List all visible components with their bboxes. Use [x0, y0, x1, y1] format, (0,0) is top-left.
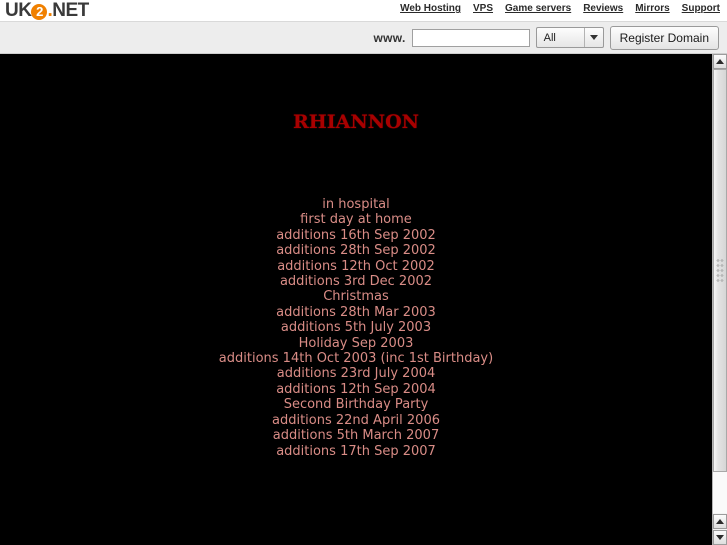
- list-item[interactable]: in hospital: [0, 197, 712, 212]
- uk2-logo[interactable]: UK 2. NET: [5, 0, 89, 21]
- gallery-link-list: in hospital first day at home additions …: [0, 197, 712, 459]
- list-item[interactable]: Christmas: [0, 289, 712, 304]
- domain-search-toolbar: www. All Register Domain: [0, 22, 727, 54]
- scroll-up-button-bottom[interactable]: [713, 514, 727, 529]
- list-item[interactable]: additions 3rd Dec 2002: [0, 274, 712, 289]
- register-domain-button[interactable]: Register Domain: [609, 25, 719, 50]
- triangle-up-icon: [716, 519, 724, 524]
- www-label: www.: [373, 30, 406, 45]
- page-title: rhiannon: [292, 104, 420, 135]
- uk2-header-bar: UK 2. NET Web Hosting VPS Game servers Rev…: [0, 0, 727, 22]
- nav-link-web-hosting[interactable]: Web Hosting: [400, 3, 461, 14]
- scrollbar-track[interactable]: [713, 69, 727, 513]
- domain-search-group: www. All Register Domain: [374, 22, 719, 53]
- page-content: rhiannon in hospital first day at home a…: [0, 54, 712, 545]
- scrollbar-thumb[interactable]: [713, 69, 727, 472]
- scroll-up-button[interactable]: [713, 54, 727, 69]
- grip-dots-icon: [716, 257, 724, 284]
- nav-link-game-servers[interactable]: Game servers: [505, 3, 571, 14]
- tld-select[interactable]: All: [535, 27, 604, 48]
- list-item[interactable]: additions 17th Sep 2007: [0, 444, 712, 459]
- logo-text-uk: UK: [5, 0, 32, 21]
- list-item[interactable]: additions 14th Oct 2003 (inc 1st Birthda…: [0, 351, 712, 366]
- list-item[interactable]: Second Birthday Party: [0, 397, 712, 412]
- triangle-down-icon: [716, 535, 724, 540]
- triangle-up-icon: [716, 59, 724, 64]
- list-item[interactable]: additions 5th July 2003: [0, 320, 712, 335]
- nav-link-vps[interactable]: VPS: [473, 3, 493, 14]
- list-item[interactable]: additions 22nd April 2006: [0, 413, 712, 428]
- list-item[interactable]: additions 28th Mar 2003: [0, 305, 712, 320]
- list-item[interactable]: additions 23rd July 2004: [0, 366, 712, 381]
- list-item[interactable]: Holiday Sep 2003: [0, 336, 712, 351]
- list-item[interactable]: additions 12th Oct 2002: [0, 259, 712, 274]
- chevron-down-icon: [583, 28, 603, 47]
- scroll-down-button[interactable]: [713, 530, 727, 545]
- list-item[interactable]: additions 12th Sep 2004: [0, 382, 712, 397]
- list-item[interactable]: first day at home: [0, 212, 712, 227]
- logo-text-net: NET: [52, 0, 89, 21]
- tld-select-value: All: [543, 31, 556, 44]
- list-item[interactable]: additions 5th March 2007: [0, 428, 712, 443]
- nav-link-support[interactable]: Support: [682, 3, 720, 14]
- logo-badge-two: 2: [31, 3, 48, 20]
- nav-link-reviews[interactable]: Reviews: [583, 3, 623, 14]
- uk2-nav-links: Web Hosting VPS Game servers Reviews Mir…: [400, 3, 720, 14]
- vertical-scrollbar[interactable]: [712, 54, 727, 545]
- nav-link-mirrors[interactable]: Mirrors: [635, 3, 669, 14]
- list-item[interactable]: additions 28th Sep 2002: [0, 243, 712, 258]
- list-item[interactable]: additions 16th Sep 2002: [0, 228, 712, 243]
- domain-search-input[interactable]: [411, 28, 530, 47]
